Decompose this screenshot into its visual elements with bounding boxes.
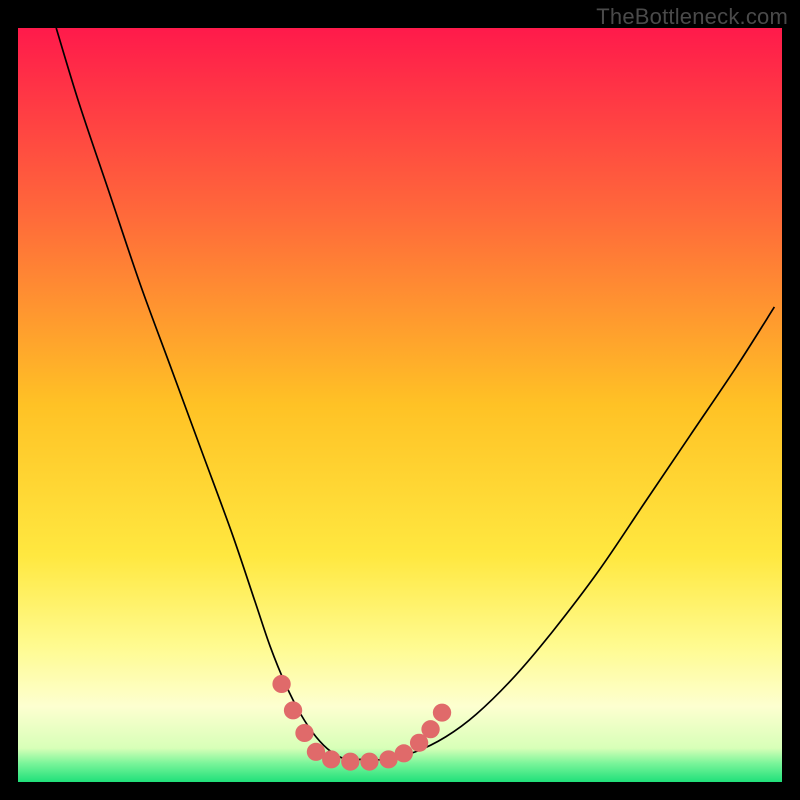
valley-marker: [295, 724, 313, 742]
valley-marker: [433, 704, 451, 722]
valley-marker: [322, 750, 340, 768]
valley-marker: [421, 720, 439, 738]
valley-marker: [272, 675, 290, 693]
chart-svg: [18, 28, 782, 782]
chart-frame: TheBottleneck.com: [0, 0, 800, 800]
valley-marker: [360, 753, 378, 771]
valley-marker: [341, 753, 359, 771]
valley-marker: [395, 744, 413, 762]
watermark-text: TheBottleneck.com: [596, 4, 788, 30]
chart-background: [18, 28, 782, 782]
bottleneck-chart: [18, 28, 782, 782]
valley-marker: [284, 701, 302, 719]
